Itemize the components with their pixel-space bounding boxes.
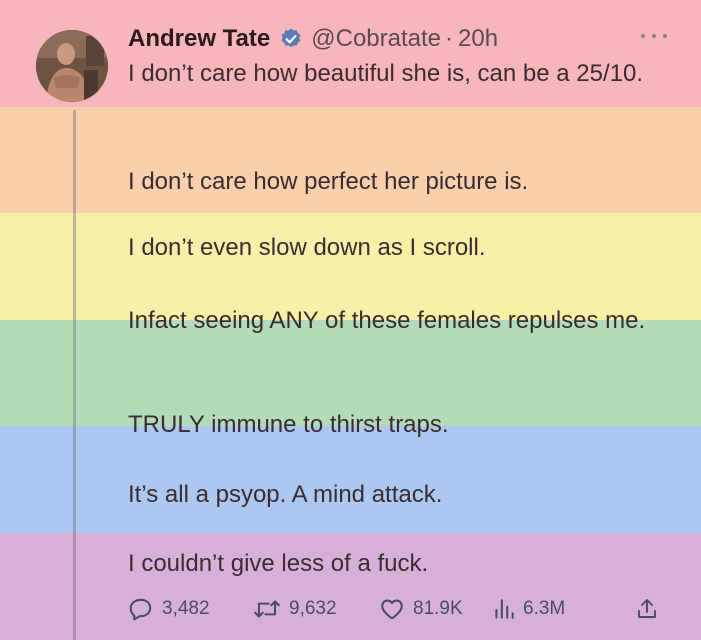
tweet-text-block: It’s all a psyop. A mind attack. [128,481,443,508]
author-handle[interactable]: @Cobratate [311,25,441,53]
tweet-text-block: I don’t care how perfect her picture is. [128,168,529,195]
more-options-icon[interactable] [641,30,667,42]
thread-line [73,110,76,640]
tweet-text-block: I don’t care how beautiful she is, can b… [128,60,644,87]
avatar[interactable] [36,30,108,102]
verified-badge-icon [279,27,303,51]
avatar-image [36,30,108,102]
tweet-text-block: I don’t even slow down as I scroll. [128,234,486,261]
retweet-icon [254,600,280,618]
retweet-count: 9,632 [289,598,337,619]
share-icon [638,599,656,618]
share-button[interactable] [635,594,659,624]
like-button[interactable]: 81.9K [379,594,463,624]
tweet-actions-bar: 3,482 9,632 81.9K 6.3M [128,594,673,624]
like-count: 81.9K [413,598,463,619]
tweet-text-block: I couldn’t give less of a fuck. [128,550,429,577]
author-name[interactable]: Andrew Tate [128,25,270,53]
reply-button[interactable]: 3,482 [128,594,210,624]
reply-icon [129,598,152,621]
tweet-text-block: TRULY immune to thirst traps. [128,411,449,438]
views-button[interactable]: 6.3M [493,594,565,624]
like-icon [381,599,403,620]
tweet-text-block: Infact seeing ANY of these females repul… [128,307,646,334]
retweet-button[interactable]: 9,632 [253,594,337,624]
views-icon [495,599,514,619]
tweet-header: Andrew Tate @Cobratate · 20h [128,22,498,56]
views-count: 6.3M [523,598,566,619]
separator-dot: · [445,25,454,52]
tweet-timestamp[interactable]: 20h [458,25,498,53]
reply-count: 3,482 [162,598,210,619]
background-band-yellow [0,213,701,320]
